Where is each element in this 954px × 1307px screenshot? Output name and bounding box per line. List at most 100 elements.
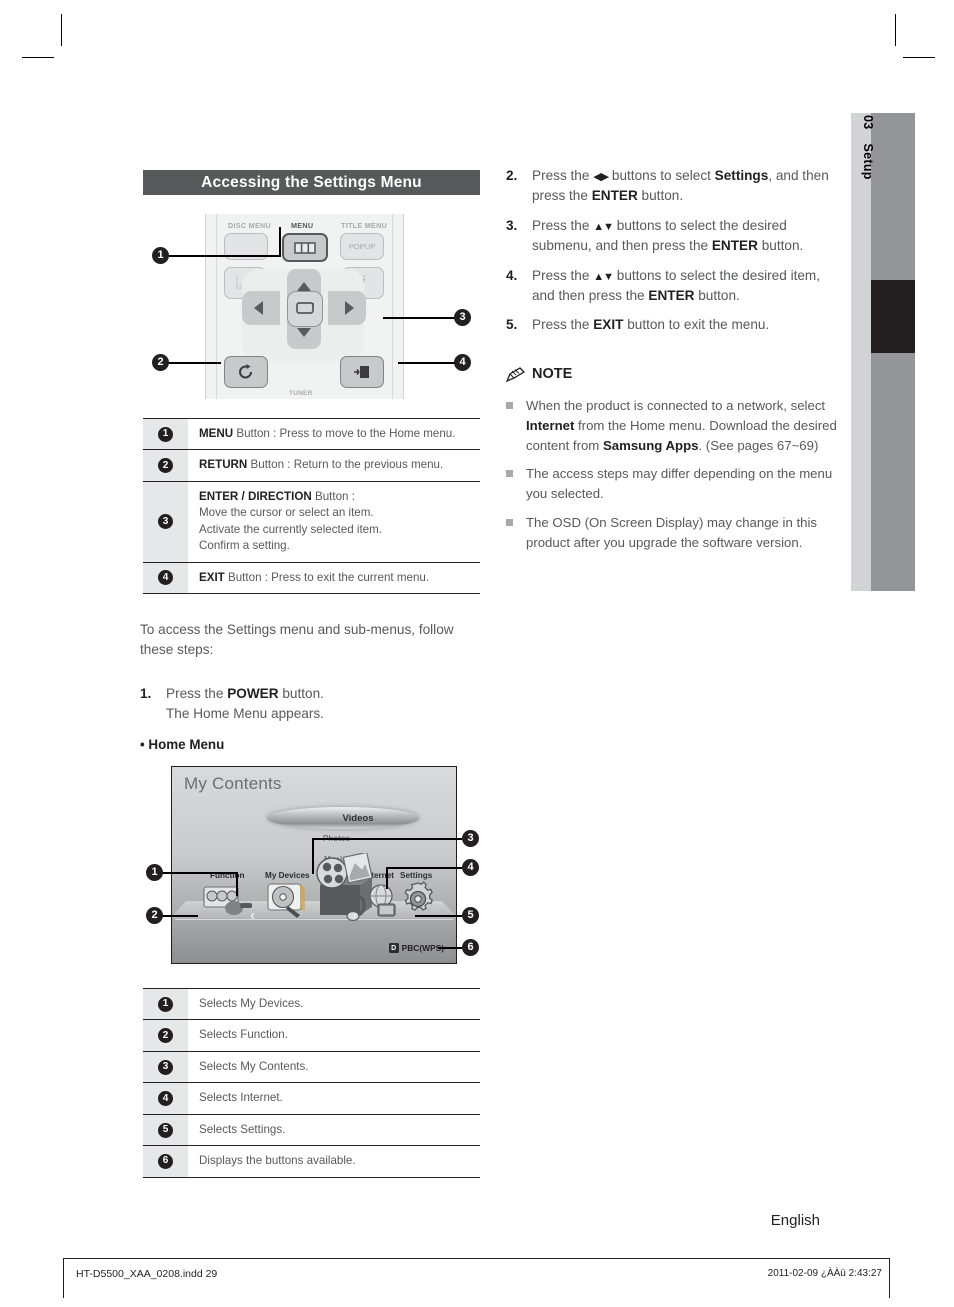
return-button[interactable] — [224, 356, 268, 388]
step-text-fragment: button to exit the menu. — [623, 317, 770, 333]
row-number-badge: 3 — [158, 1059, 173, 1075]
note-text: When the product is connected to a netwo… — [526, 396, 838, 455]
enter-button[interactable] — [287, 291, 323, 327]
label-disc-menu: DISC MENU — [228, 221, 272, 230]
direction-arrows-glyph: ▲▼ — [593, 270, 614, 283]
crop-mark-top-right-v — [895, 14, 897, 46]
note-text: The OSD (On Screen Display) may change i… — [526, 513, 838, 553]
emphasis-term: Settings — [714, 168, 769, 183]
note-bullet: The OSD (On Screen Display) may change i… — [506, 513, 838, 553]
step-1: 1. Press the POWER button. The Home Menu… — [140, 684, 490, 725]
table-row: 3 Selects My Contents. — [143, 1051, 480, 1084]
row-bold-term: RETURN — [199, 458, 248, 472]
side-tab-chapter-marker — [871, 280, 915, 353]
note-text-fragment: The access steps may differ depending on… — [526, 466, 833, 502]
emphasis-term: ENTER — [711, 238, 758, 254]
function-icon[interactable] — [202, 883, 256, 917]
side-tab-number: 03 — [861, 115, 875, 130]
my-devices-icon[interactable] — [264, 882, 310, 920]
row-number-cell: 3 — [143, 481, 188, 562]
right-button[interactable] — [328, 291, 366, 325]
row-number-badge: 6 — [158, 1153, 173, 1169]
emphasis-term: Samsung Apps — [602, 437, 699, 453]
carousel-selected-item: Videos — [267, 807, 419, 829]
down-arrow-icon — [297, 327, 311, 337]
row-bold-term: MENU — [199, 427, 234, 440]
footer-filename: HT-D5500_XAA_0208.indd 29 — [76, 1268, 218, 1280]
return-circle-icon — [239, 364, 252, 379]
note-text-fragment: The OSD (On Screen Display) may change i… — [526, 514, 817, 550]
step-text: Press the ◀▶ buttons to select Settings,… — [532, 166, 838, 207]
step-number: 5. — [506, 317, 518, 333]
exit-icon — [354, 366, 369, 378]
title-menu-popup-button[interactable]: POPUP — [340, 233, 384, 260]
chapter-side-tab: 03 Setup — [851, 113, 915, 591]
label-title-menu: TITLE MENU — [341, 221, 388, 230]
home-menu-title: My Contents — [184, 774, 282, 793]
settings-steps-list: 2. Press the ◀▶ buttons to select Setting… — [506, 166, 838, 345]
hm-leader-6 — [438, 947, 462, 949]
settings-icon[interactable] — [400, 881, 436, 917]
internet-icon[interactable] — [364, 884, 402, 918]
row-number-badge: 2 — [158, 458, 173, 474]
step-1-number: 1. — [140, 686, 152, 701]
hm-callout-6: 6 — [462, 939, 479, 956]
emphasis-term: Internet — [526, 417, 575, 433]
footer-bar-right — [889, 1258, 890, 1298]
hm-leader-5 — [415, 915, 462, 917]
table-row: 3 ENTER / DIRECTION Button : Move the curs… — [143, 481, 480, 563]
hm-leader-4-h — [386, 867, 462, 869]
carousel-next-chevron[interactable]: › — [352, 907, 357, 924]
hm-leader-1-h — [162, 872, 237, 874]
home-menu-base — [175, 919, 453, 962]
row-text-cell: MENU Button : Press to move to the Home … — [199, 427, 456, 440]
home-menu-subhead: • Home Menu — [140, 737, 225, 752]
row-number-badge: 2 — [158, 1028, 173, 1044]
row-number-cell: 1 — [143, 989, 188, 1020]
language-label: English — [770, 1212, 820, 1229]
direction-arrows-glyph: ◀▶ — [593, 171, 609, 183]
callout-3: 3 — [454, 309, 471, 326]
row-number-badge: 1 — [158, 426, 173, 442]
row-number-badge: 1 — [158, 996, 173, 1012]
note-heading: NOTE — [506, 366, 572, 382]
note-bullet: The access steps may differ depending on… — [506, 464, 838, 504]
hm-leader-4-v — [386, 867, 388, 889]
row-number-cell: 1 — [143, 419, 188, 450]
right-arrow-icon — [345, 301, 354, 315]
remote-rail-left — [216, 214, 217, 399]
table-row: 2 Selects Function. — [143, 1020, 480, 1052]
footer-rule — [63, 1258, 890, 1259]
remote-button-table: 1 MENU Button : Press to move to the Home… — [143, 418, 480, 595]
popup-label: POPUP — [348, 242, 376, 251]
direction-arrows-glyph: ▲▼ — [593, 220, 614, 233]
row-text-cell: ENTER / DIRECTION Button : Move the curso… — [188, 482, 480, 562]
menu-grid-icon — [294, 241, 316, 254]
step-text-fragment: button. — [694, 287, 740, 303]
exit-button[interactable] — [340, 356, 384, 388]
carousel-selected-label: Videos — [342, 812, 374, 824]
left-button[interactable] — [242, 291, 280, 325]
step-number: 2. — [506, 168, 518, 183]
table-row: 2 RETURN Button : Return to the previous … — [143, 450, 480, 482]
hm-callout-4: 4 — [462, 859, 479, 876]
row-number-cell: 5 — [143, 1114, 188, 1146]
step-1-text: Press the POWER button. The Home Menu ap… — [166, 684, 324, 725]
menu-button[interactable] — [282, 233, 328, 262]
page-title: Accessing the Settings Menu — [201, 173, 422, 191]
step-1-line2: The Home Menu appears. — [166, 706, 324, 722]
callout-4: 4 — [454, 354, 471, 371]
table-row: 4 EXIT Button : Press to exit the current… — [143, 562, 480, 594]
note-text-fragment: When the product is connected to a netwo… — [526, 398, 826, 413]
row-number-badge: 4 — [158, 1091, 173, 1107]
numbered-step: 2. Press the ◀▶ buttons to select Setting… — [506, 166, 838, 207]
note-bullet-square-icon — [506, 396, 526, 455]
row-number-cell: 2 — [143, 450, 188, 481]
pbc-badge-icon: D — [388, 943, 399, 953]
remote-body: DISC MENU MENU TITLE MENU POPUP i — [205, 214, 404, 399]
carousel-prev-chevron[interactable]: ‹ — [250, 907, 255, 924]
leader-line-1-v — [279, 227, 281, 257]
note-text: The access steps may differ depending on… — [526, 464, 838, 504]
table-row: 4 Selects Internet. — [143, 1083, 480, 1115]
hm-leader-2 — [162, 915, 198, 917]
